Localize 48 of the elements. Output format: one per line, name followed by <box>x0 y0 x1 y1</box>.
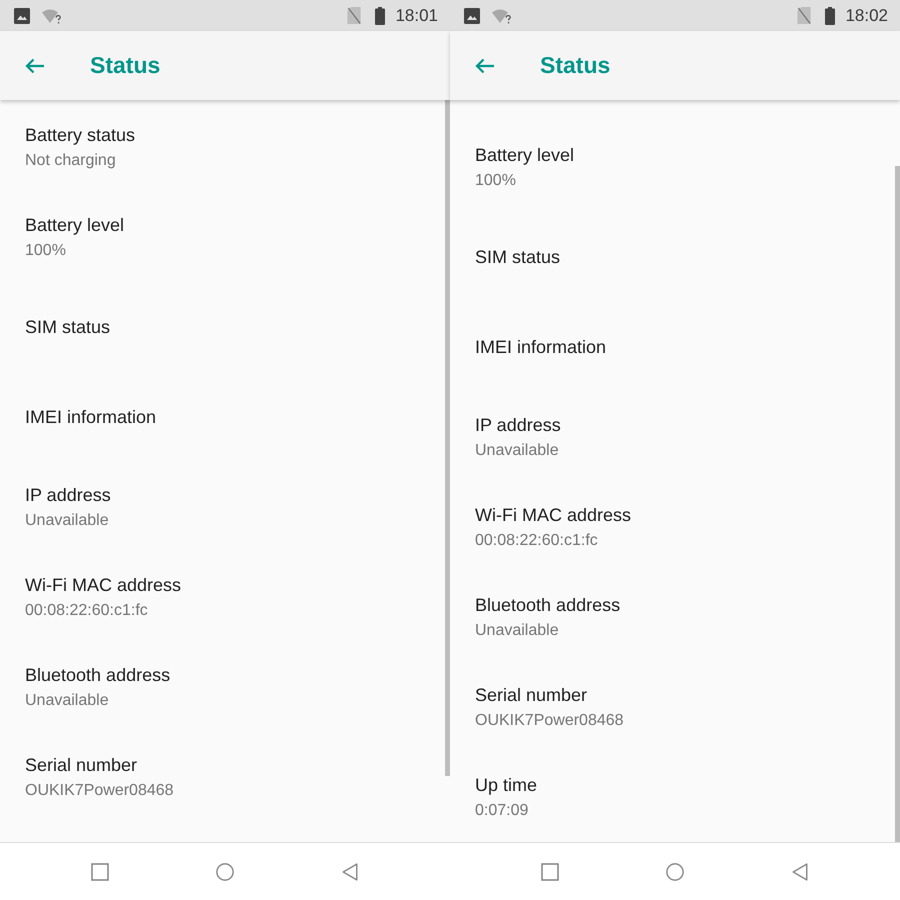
item-summary: Unavailable <box>25 690 109 710</box>
item-title[interactable]: Up time <box>475 774 538 796</box>
item-title[interactable]: Battery level <box>475 144 574 166</box>
item-summary: Unavailable <box>25 510 109 530</box>
item-title[interactable]: SIM status <box>475 246 560 268</box>
item-summary: OUKIK7Power08468 <box>25 780 174 800</box>
no-sim-icon <box>797 7 812 24</box>
item-summary: 100% <box>475 170 516 190</box>
wifi-question-icon <box>42 8 62 24</box>
triangle-icon[interactable] <box>341 862 359 880</box>
item-summary: 0:07:09 <box>475 800 528 820</box>
triangle-icon[interactable] <box>791 862 809 880</box>
status-time: 18:01 <box>395 6 438 26</box>
image-icon <box>464 8 480 24</box>
item-title[interactable]: IMEI information <box>475 336 606 358</box>
status-time: 18:02 <box>845 6 888 26</box>
item-title[interactable]: IP address <box>25 484 111 506</box>
item-title[interactable]: Battery level <box>25 214 124 236</box>
item-summary: Not charging <box>25 150 116 170</box>
wifi-question-icon <box>492 8 512 24</box>
item-title[interactable]: Serial number <box>475 684 588 706</box>
image-icon <box>14 8 30 24</box>
square-icon[interactable] <box>91 862 109 880</box>
circle-icon[interactable] <box>666 862 684 880</box>
item-title[interactable]: Battery status <box>25 124 136 146</box>
battery-icon <box>825 6 836 24</box>
item-title[interactable]: Wi-Fi MAC address <box>25 574 182 596</box>
item-title[interactable]: Wi-Fi MAC address <box>475 504 632 526</box>
back-arrow-icon[interactable] <box>25 58 45 74</box>
item-summary: 00:08:22:60:c1:fc <box>25 600 148 620</box>
item-summary: Unavailable <box>475 440 559 460</box>
item-summary: 00:08:22:60:c1:fc <box>475 530 598 550</box>
circle-icon[interactable] <box>216 862 234 880</box>
back-arrow-icon[interactable] <box>475 58 495 74</box>
screen-title: Status <box>540 52 610 79</box>
battery-icon <box>375 6 386 24</box>
no-sim-icon <box>347 7 362 24</box>
item-title[interactable]: SIM status <box>25 316 110 338</box>
item-summary: OUKIK7Power08468 <box>475 710 624 730</box>
item-title[interactable]: Bluetooth address <box>475 594 620 616</box>
item-summary: Unavailable <box>475 620 559 640</box>
screen-title: Status <box>90 52 160 79</box>
item-title[interactable]: IP address <box>475 414 561 436</box>
item-title[interactable]: Serial number <box>25 754 138 776</box>
item-title[interactable]: IMEI information <box>25 406 156 428</box>
item-title[interactable]: Bluetooth address <box>25 664 170 686</box>
square-icon[interactable] <box>541 862 559 880</box>
item-summary: 100% <box>25 240 66 260</box>
